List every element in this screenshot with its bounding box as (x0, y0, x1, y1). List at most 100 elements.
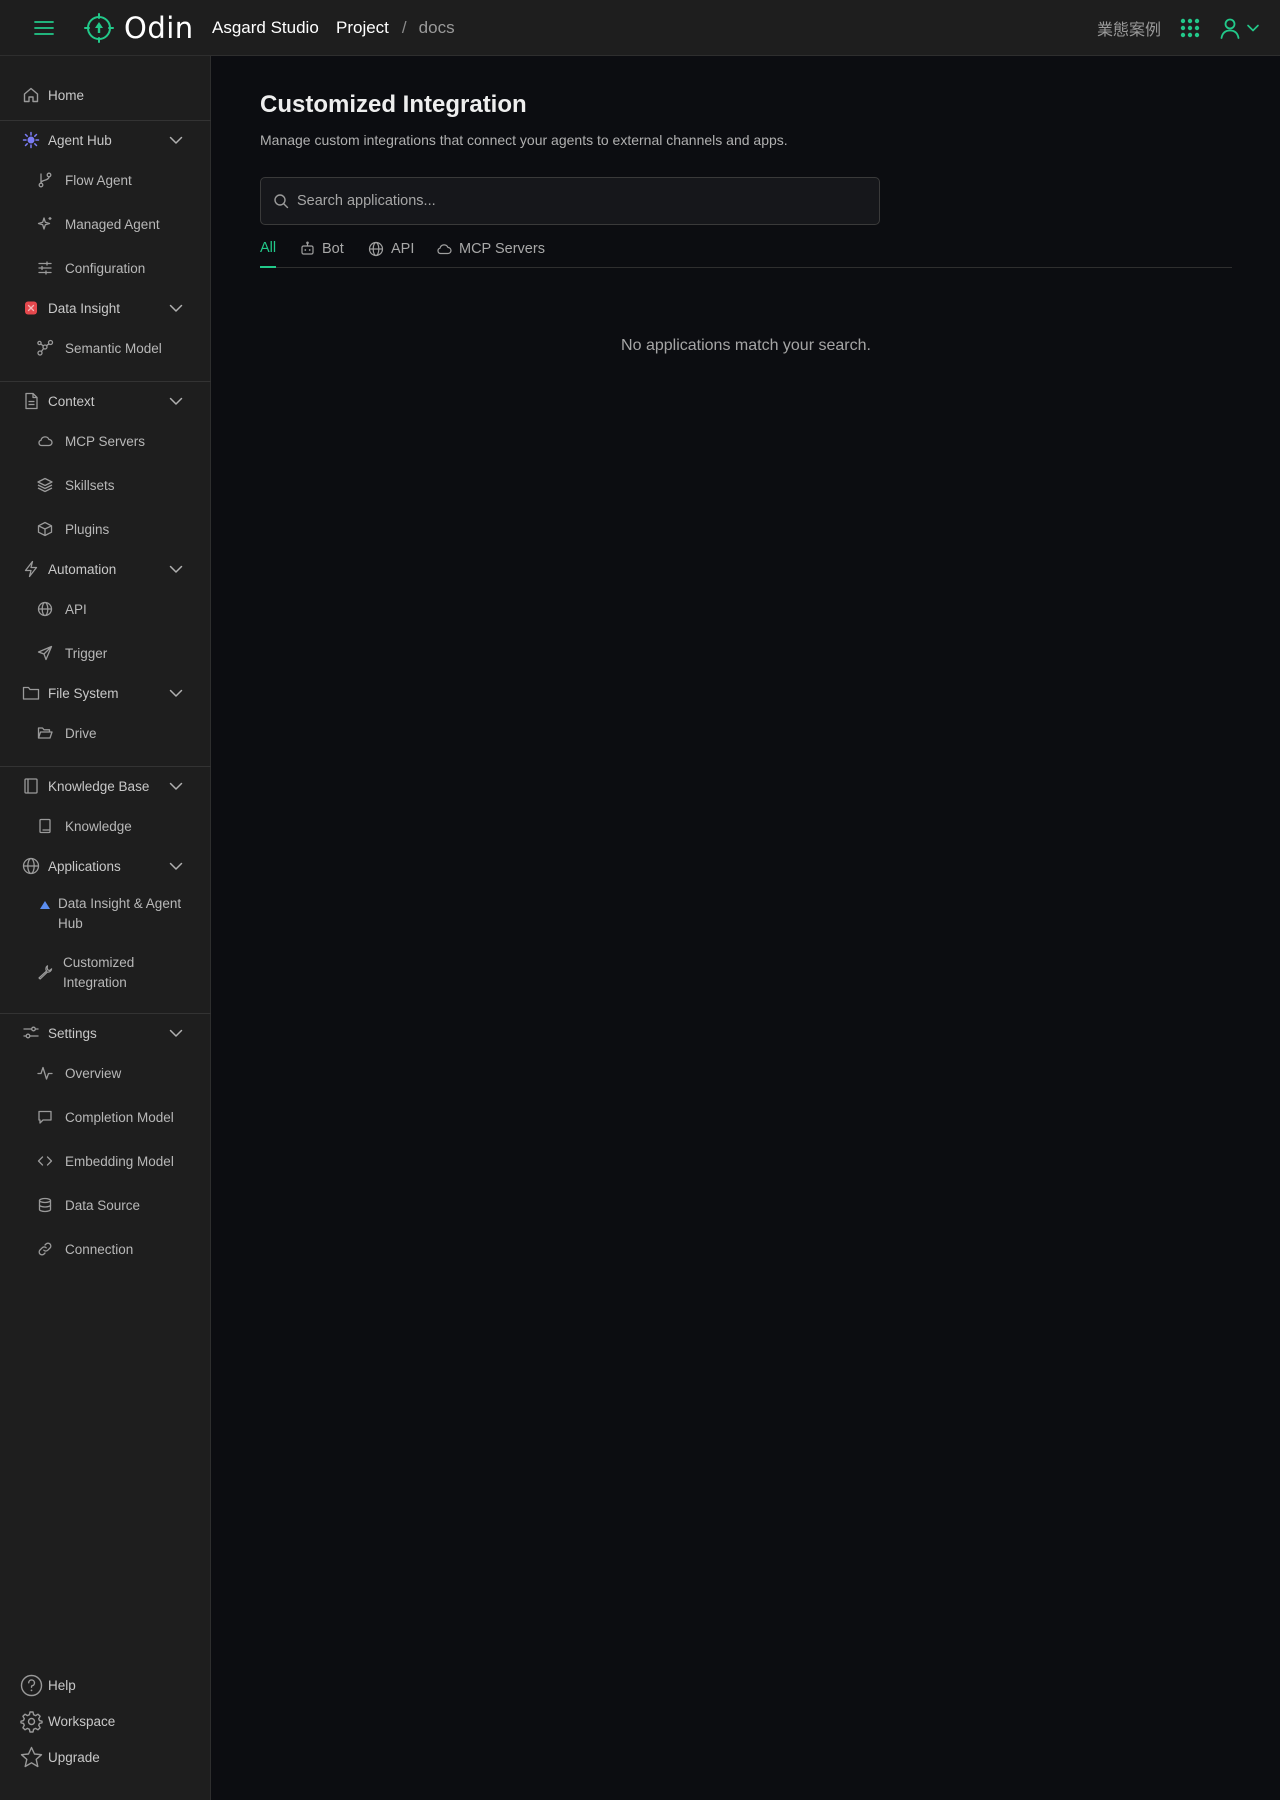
sidebar-section-settings[interactable]: Settings (0, 1018, 211, 1048)
breadcrumb-separator: / (401, 18, 407, 37)
case-studies-link[interactable]: 業態案例 (1097, 16, 1161, 40)
sidebar-section-knowledge-base[interactable]: Knowledge Base (0, 771, 211, 801)
book-icon (36, 817, 54, 835)
search-icon (273, 193, 289, 209)
page-title: Customized Integration (260, 91, 527, 118)
sidebar-item-semantic-model[interactable]: Semantic Model (0, 333, 211, 363)
sidebar-item-home[interactable]: Home (0, 80, 211, 110)
sidebar-item-connection[interactable]: Connection (0, 1234, 211, 1264)
globe-icon (368, 241, 384, 257)
chevron-down-icon (169, 304, 183, 312)
sidebar-section-context[interactable]: Context (0, 386, 211, 416)
sidebar-item-plugins[interactable]: Plugins (0, 514, 211, 544)
sidebar-section-automation[interactable]: Automation (0, 554, 211, 584)
database-icon (36, 1196, 54, 1214)
main-content: Customized Integration Manage custom int… (212, 56, 1280, 1800)
chevron-down-icon (169, 136, 183, 144)
send-icon (36, 644, 54, 662)
brand-logo[interactable]: Odin (84, 11, 194, 45)
cloud-icon (36, 432, 54, 450)
globe-icon (22, 857, 40, 875)
bot-icon (300, 241, 315, 256)
code-icon (36, 1152, 54, 1170)
chevron-down-icon (169, 397, 183, 405)
search-input[interactable] (297, 193, 857, 209)
sidebar-item-api[interactable]: API (0, 594, 211, 624)
organization-name[interactable]: Asgard Studio (212, 18, 319, 38)
sidebar: Home Agent Hub Flow Agent Managed Agent … (0, 56, 211, 1800)
user-icon (1220, 18, 1240, 39)
search-field[interactable] (260, 177, 880, 225)
sidebar-item-flow-agent[interactable]: Flow Agent (0, 165, 211, 195)
sidebar-item-drive[interactable]: Drive (0, 718, 211, 748)
sparkles-icon (36, 215, 54, 233)
chevron-down-icon (169, 689, 183, 697)
chevron-down-icon (169, 1029, 183, 1037)
sidebar-divider (0, 766, 211, 767)
empty-state-message: No applications match your search. (621, 337, 871, 354)
sidebar-item-data-source[interactable]: Data Source (0, 1190, 211, 1220)
triangle-icon (36, 896, 54, 914)
home-icon (22, 86, 40, 104)
help-icon (20, 1674, 43, 1697)
folder-icon (22, 684, 40, 702)
sidebar-item-configuration[interactable]: Configuration (0, 253, 211, 283)
sidebar-item-knowledge[interactable]: Knowledge (0, 811, 211, 841)
wrench-icon (36, 963, 54, 981)
breadcrumb-current[interactable]: docs (419, 18, 455, 38)
sidebar-section-agent-hub[interactable]: Agent Hub (0, 125, 211, 155)
folder-open-icon (36, 724, 54, 742)
breadcrumb: Project / docs (336, 18, 455, 38)
sidebar-item-overview[interactable]: Overview (0, 1058, 211, 1088)
data-insight-icon (22, 299, 40, 317)
agent-hub-icon (22, 131, 40, 149)
filter-tabs: All Bot API MCP Servers (260, 232, 1232, 268)
link-icon (36, 1240, 54, 1258)
hamburger-menu-button[interactable] (31, 16, 57, 40)
page-description: Manage custom integrations that connect … (260, 132, 788, 148)
chevron-down-icon (169, 862, 183, 870)
sidebar-section-applications[interactable]: Applications (0, 851, 211, 881)
tab-bot[interactable]: Bot (300, 232, 344, 268)
sidebar-item-mcp-servers[interactable]: MCP Servers (0, 426, 211, 456)
odin-logo-icon (84, 13, 114, 43)
lightning-icon (22, 560, 40, 578)
sidebar-divider (0, 120, 211, 121)
sidebar-item-embedding-model[interactable]: Embedding Model (0, 1146, 211, 1176)
sidebar-item-managed-agent[interactable]: Managed Agent (0, 209, 211, 239)
sidebar-workspace[interactable]: Workspace (20, 1710, 115, 1733)
sidebar-item-data-insight-agent-hub[interactable]: Data Insight & Agent Hub (0, 894, 211, 936)
sidebar-section-file-system[interactable]: File System (0, 678, 211, 708)
tab-all[interactable]: All (260, 232, 277, 268)
top-right-actions: 業態案例 (1097, 14, 1260, 42)
sidebar-item-skillsets[interactable]: Skillsets (0, 470, 211, 500)
box-icon (36, 520, 54, 538)
network-icon (36, 339, 54, 357)
sidebar-upgrade[interactable]: Upgrade (20, 1746, 100, 1769)
settings-sliders-icon (22, 1024, 40, 1042)
chevron-down-icon (169, 565, 183, 573)
sidebar-item-trigger[interactable]: Trigger (0, 638, 211, 668)
tab-api[interactable]: API (368, 232, 414, 268)
apps-grid-button[interactable] (1179, 17, 1201, 39)
document-icon (22, 392, 40, 410)
breadcrumb-project[interactable]: Project (336, 18, 389, 38)
sidebar-help[interactable]: Help (20, 1674, 76, 1697)
sidebar-item-completion-model[interactable]: Completion Model (0, 1102, 211, 1132)
user-menu-button[interactable] (1218, 16, 1260, 40)
message-square-icon (36, 1108, 54, 1126)
grid-icon (1180, 18, 1200, 38)
globe-icon (36, 600, 54, 618)
sidebar-section-data-insight[interactable]: Data Insight (0, 293, 211, 323)
cloud-icon (436, 241, 452, 257)
hamburger-icon (34, 21, 54, 35)
layers-icon (36, 476, 54, 494)
sidebar-item-customized-integration[interactable]: Customized Integration (0, 953, 211, 995)
tab-mcp-servers[interactable]: MCP Servers (436, 232, 545, 268)
book-open-icon (22, 777, 40, 795)
top-bar: Odin Asgard Studio Project / docs 業態案例 (0, 0, 1280, 56)
sliders-icon (36, 259, 54, 277)
git-branch-icon (36, 171, 54, 189)
gear-icon (20, 1710, 43, 1733)
chevron-down-icon (1247, 24, 1259, 32)
